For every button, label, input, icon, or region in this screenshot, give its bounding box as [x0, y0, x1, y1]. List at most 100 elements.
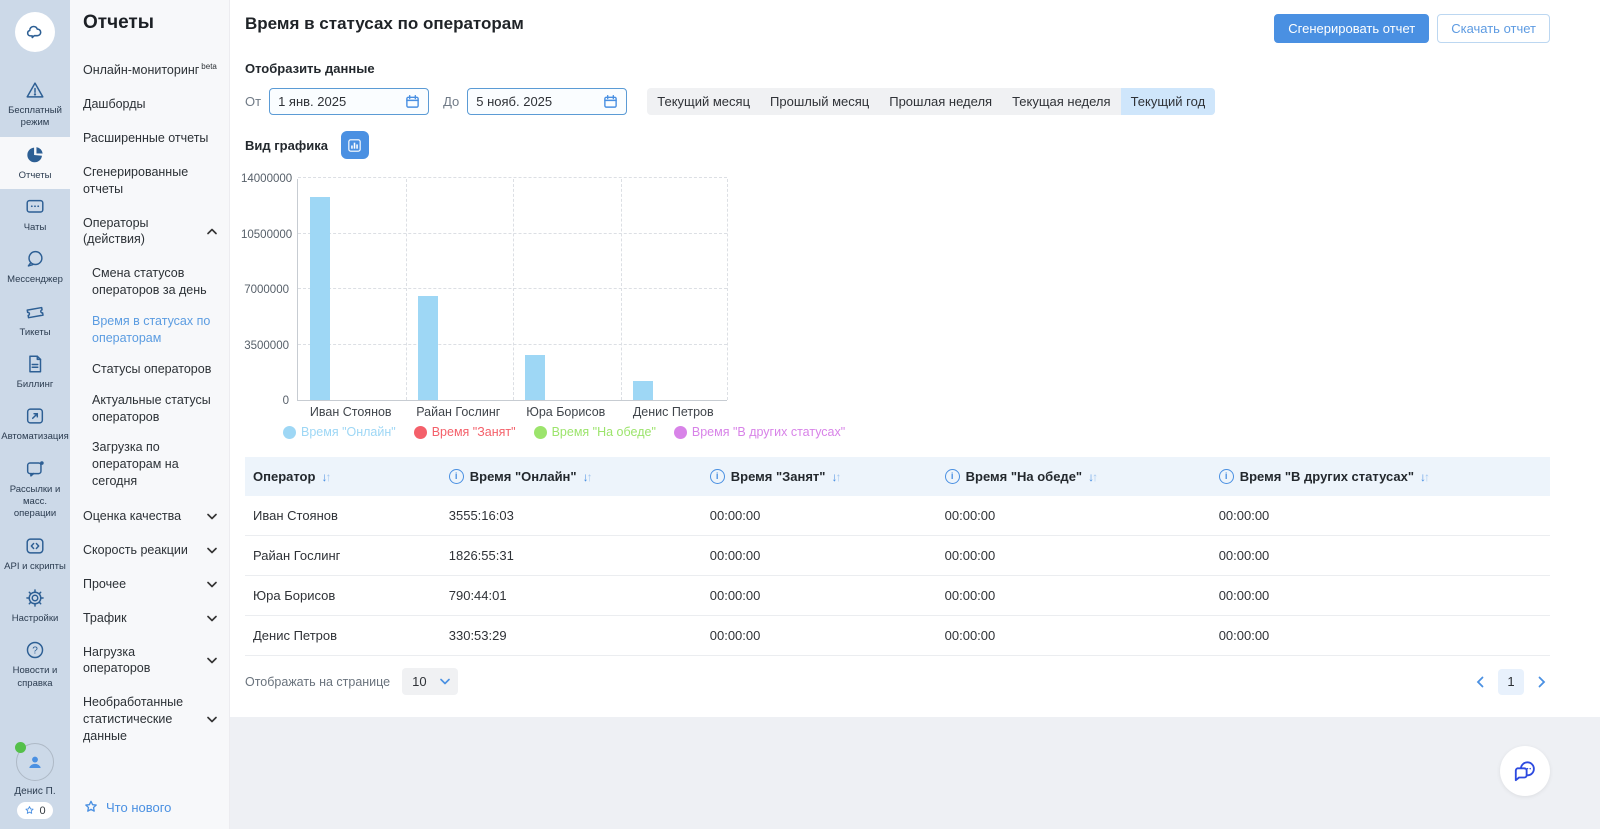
gear-icon	[24, 587, 46, 609]
sidebar-item-status-changes-per-day[interactable]: Смена статусов операторов за день	[92, 265, 217, 299]
rating-value: 0	[39, 805, 45, 817]
chevron-down-icon	[440, 678, 450, 685]
cell-time-other: 00:00:00	[1211, 616, 1550, 656]
sidebar-item-operator-statuses[interactable]: Статусы операторов	[92, 361, 217, 378]
whats-new-link[interactable]: Что нового	[83, 799, 217, 815]
sort-icons[interactable]: ↓↑	[831, 470, 839, 484]
info-icon[interactable]: i	[449, 469, 464, 484]
rating-badge[interactable]: 0	[17, 802, 52, 819]
user-name: Денис П.	[14, 786, 55, 797]
rail-item-billing[interactable]: Биллинг	[0, 346, 70, 398]
sort-icons[interactable]: ↓↑	[1420, 470, 1428, 484]
cell-time-busy: 00:00:00	[702, 616, 937, 656]
legend-item[interactable]: Время "Онлайн"	[283, 425, 396, 439]
download-report-button[interactable]: Скачать отчет	[1437, 14, 1550, 43]
sidebar-group-raw-stats[interactable]: Необработанные статистические данные	[83, 694, 217, 745]
generate-report-button[interactable]: Сгенерировать отчет	[1274, 14, 1429, 43]
legend-label: Время "Онлайн"	[301, 425, 396, 439]
calendar-icon	[405, 94, 420, 109]
rail-item-label: Новости и справка	[2, 665, 68, 690]
chart-bar	[418, 296, 438, 400]
column-operator[interactable]: Оператор↓↑	[245, 457, 441, 496]
chart-bar	[310, 197, 330, 400]
cell-time-other: 00:00:00	[1211, 536, 1550, 576]
range-current-year[interactable]: Текущий год	[1121, 88, 1216, 115]
sort-icons[interactable]: ↓↑	[583, 470, 591, 484]
bar-chart-type-button[interactable]	[341, 131, 369, 159]
sidebar-group-traffic[interactable]: Трафик	[83, 610, 217, 627]
info-icon[interactable]: i	[945, 469, 960, 484]
sidebar-item-actual-statuses[interactable]: Актуальные статусы операторов	[92, 392, 217, 426]
range-last-week[interactable]: Прошлая неделя	[879, 88, 1002, 115]
sidebar-title: Отчеты	[83, 12, 217, 34]
bar-chart-icon	[346, 137, 363, 154]
cell-time-lunch: 00:00:00	[937, 536, 1211, 576]
sidebar-group-operators-actions[interactable]: Операторы (действия)	[83, 215, 217, 249]
range-last-month[interactable]: Прошлый месяц	[760, 88, 879, 115]
column-time-other[interactable]: iВремя "В других статусах"↓↑	[1211, 457, 1550, 496]
cell-time-lunch: 00:00:00	[937, 616, 1211, 656]
chevron-up-icon	[207, 228, 217, 235]
sidebar-item-time-in-statuses[interactable]: Время в статусах по операторам	[92, 313, 217, 347]
sidebar-item-advanced-reports[interactable]: Расширенные отчеты	[83, 130, 217, 147]
info-icon[interactable]: i	[710, 469, 725, 484]
chevron-down-icon	[207, 716, 217, 723]
rail-item-settings[interactable]: Настройки	[0, 580, 70, 632]
rail-item-label: Рассылки и масс. операции	[2, 484, 68, 521]
page-background	[230, 717, 1600, 829]
legend-label: Время "В других статусах"	[692, 425, 845, 439]
rail-item-label: API и скрипты	[4, 561, 66, 573]
sidebar-group-reaction-speed[interactable]: Скорость реакции	[83, 542, 217, 559]
rail-item-news-help[interactable]: ? Новости и справка	[0, 632, 70, 697]
range-current-month[interactable]: Текущий месяц	[647, 88, 760, 115]
cell-time-other: 00:00:00	[1211, 576, 1550, 616]
date-to-input[interactable]: 5 нояб. 2025	[467, 88, 627, 115]
chart-y-axis: 0350000070000001050000014000000	[245, 179, 293, 401]
app-logo[interactable]	[15, 12, 55, 52]
rail-item-reports[interactable]: Отчеты	[0, 137, 70, 189]
info-icon[interactable]: i	[1219, 469, 1234, 484]
sidebar-item-dashboards[interactable]: Дашборды	[83, 96, 217, 113]
rail-item-broadcasts[interactable]: Рассылки и масс. операции	[0, 451, 70, 528]
range-current-week[interactable]: Текущая неделя	[1002, 88, 1120, 115]
date-from-input[interactable]: 1 янв. 2025	[269, 88, 429, 115]
column-time-online[interactable]: iВремя "Онлайн"↓↑	[441, 457, 702, 496]
legend-item[interactable]: Время "В других статусах"	[674, 425, 845, 439]
legend-item[interactable]: Время "Занят"	[414, 425, 516, 439]
avatar[interactable]	[16, 743, 54, 781]
gridline	[727, 179, 728, 400]
sidebar-item-generated-reports[interactable]: Сгенерированные отчеты	[83, 164, 217, 198]
sidebar-group-quality[interactable]: Оценка качества	[83, 508, 217, 525]
sidebar-group-operator-load[interactable]: Нагрузка операторов	[83, 644, 217, 678]
sidebar-item-load-today[interactable]: Загрузка по операторам на сегодня	[92, 439, 217, 490]
legend-item[interactable]: Время "На обеде"	[534, 425, 656, 439]
next-page-button[interactable]	[1534, 674, 1550, 690]
x-axis-label: Райан Гослинг	[405, 405, 513, 419]
gridline	[298, 177, 727, 178]
cell-time-busy: 00:00:00	[702, 536, 937, 576]
chart-view-label: Вид графика	[245, 138, 328, 153]
column-time-busy[interactable]: iВремя "Занят"↓↑	[702, 457, 937, 496]
sidebar-item-online-monitoring[interactable]: Онлайн-мониторингbeta	[83, 62, 217, 79]
rail-item-free-mode[interactable]: Бесплатный режим	[0, 72, 70, 137]
rail-item-tickets[interactable]: Тикеты	[0, 294, 70, 346]
prev-page-button[interactable]	[1472, 674, 1488, 690]
sidebar-group-other[interactable]: Прочее	[83, 576, 217, 593]
chevron-down-icon	[207, 547, 217, 554]
rail-item-messenger[interactable]: Мессенджер	[0, 241, 70, 293]
page-size-select[interactable]: 10	[402, 668, 458, 695]
sort-icons[interactable]: ↓↑	[1088, 470, 1096, 484]
rail-item-label: Биллинг	[17, 379, 54, 391]
sort-icons[interactable]: ↓↑	[321, 470, 329, 484]
page-number[interactable]: 1	[1498, 669, 1524, 695]
page-title: Время в статусах по операторам	[245, 14, 524, 34]
support-chat-button[interactable]	[1500, 746, 1550, 796]
rail-item-chats[interactable]: Чаты	[0, 189, 70, 241]
messenger-icon	[24, 248, 46, 270]
column-time-lunch[interactable]: iВремя "На обеде"↓↑	[937, 457, 1211, 496]
legend-dot	[674, 426, 687, 439]
rail-item-automation[interactable]: Автоматизация	[0, 398, 70, 450]
chevron-down-icon	[207, 581, 217, 588]
legend-label: Время "На обеде"	[552, 425, 656, 439]
rail-item-api-scripts[interactable]: API и скрипты	[0, 528, 70, 580]
